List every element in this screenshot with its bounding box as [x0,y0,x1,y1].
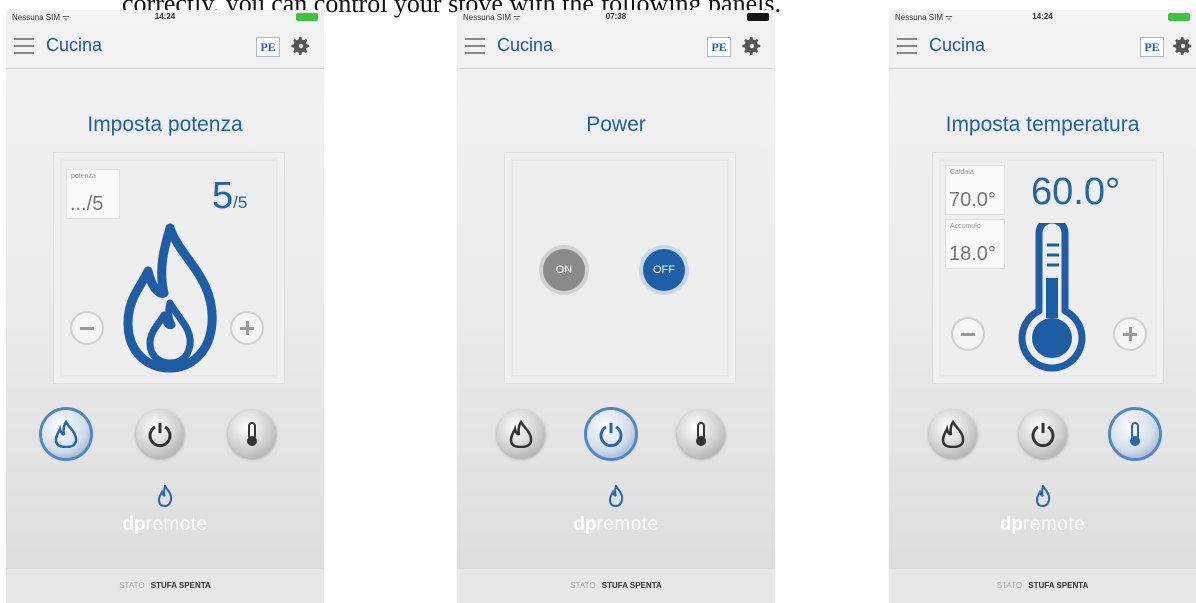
room-title: Cucina [46,35,103,55]
phone-power-setting: Nessuna SIM ᯤ 14:24 Cucina PE Imposta po… [6,10,324,603]
status-value: STUFA SPENTA [1028,581,1089,590]
decrease-button[interactable] [951,317,985,351]
power-mode-button[interactable] [136,410,184,458]
flame-icon [54,420,78,448]
status-value: STUFA SPENTA [601,581,662,590]
gear-icon[interactable] [290,35,312,57]
app-header: Cucina PE [889,24,1196,69]
status-key: STATO [996,581,1023,590]
power-mode-button[interactable] [587,410,635,458]
boiler-value: 70.0° [949,189,996,211]
pe-logo-icon[interactable]: PE [256,37,280,57]
thermometer-icon [696,422,706,446]
flame-mode-button[interactable] [42,410,90,458]
power-mode-button[interactable] [1019,410,1067,458]
panel-title: Imposta temperatura [945,113,1140,136]
clock: 14:24 [1032,12,1053,21]
battery-icon [296,13,318,21]
flame-icon [509,420,533,448]
pe-logo-icon[interactable]: PE [1140,37,1164,57]
gear-icon[interactable] [1172,35,1194,57]
storage-temp-card: Accumulo 18.0° [945,219,1005,269]
brand-flame-icon [608,485,624,507]
panel-title: Power [586,113,646,136]
mini-label: potenza [71,173,96,180]
power-control-box: potenza .../5 5/5 [53,152,285,384]
battery-icon [747,13,769,21]
brand-flame-icon [157,485,173,507]
dpremote-logo: dpremote [122,514,208,535]
power-mini-card: potenza .../5 [66,169,120,219]
app-header: Cucina PE [457,24,775,69]
increase-button[interactable] [1113,317,1147,351]
on-button[interactable]: ON [543,249,585,291]
boiler-label: Caldaia [950,169,974,176]
temperature-mode-button[interactable] [1111,410,1159,458]
target-temperature: 60.0° [1031,171,1121,213]
clock: 14:24 [154,12,176,21]
battery-icon [1168,13,1190,21]
temperature-mode-button[interactable] [677,410,725,458]
status-footer: STATO STUFA SPENTA [457,568,775,603]
dpremote-logo: dpremote [999,514,1086,535]
status-key: STATO [570,581,596,590]
off-button[interactable]: OFF [643,249,685,291]
power-icon [148,423,172,448]
room-title: Cucina [929,35,986,55]
flame-icon [941,420,965,448]
menu-icon[interactable] [465,38,485,54]
power-onoff-box: ON OFF [504,152,736,384]
power-big-value: 5/5 [212,175,248,217]
clock: 07:38 [605,12,627,21]
status-key: STATO [119,581,145,590]
status-footer: STATO STUFA SPENTA [889,568,1196,603]
mini-value: .../5 [70,193,104,215]
status-value: STUFA SPENTA [150,581,211,590]
dpremote-logo: dpremote [573,514,659,535]
menu-icon[interactable] [14,38,34,54]
app-header: Cucina PE [6,24,324,69]
decrease-button[interactable] [70,311,104,345]
thermometer-icon [1018,223,1086,372]
storage-value: 18.0° [949,243,996,265]
flame-mode-button[interactable] [929,410,977,458]
storage-label: Accumulo [950,223,981,230]
gear-icon[interactable] [741,35,763,57]
thermometer-icon [247,422,257,446]
phone-temperature-setting: Nessuna SIM ᯤ 14:24 Cucina PE Imposta te… [889,10,1196,603]
power-icon [1031,423,1055,448]
boiler-temp-card: Caldaia 70.0° [945,165,1005,215]
flame-icon [123,223,217,373]
room-title: Cucina [497,35,554,55]
temperature-mode-button[interactable] [228,410,276,458]
thermometer-icon [1130,422,1140,446]
power-icon [599,423,623,448]
increase-button[interactable] [230,311,264,345]
flame-mode-button[interactable] [497,410,545,458]
pe-logo-icon[interactable]: PE [707,37,731,57]
brand-flame-icon [1035,485,1051,507]
phone-power-onoff: Nessuna SIM ᯤ 07:38 Cucina PE Power ON O… [457,10,775,603]
panel-title: Imposta potenza [87,113,243,136]
temperature-control-box: Caldaia 70.0° Accumulo 18.0° 60.0° [932,152,1164,384]
menu-icon[interactable] [897,38,917,54]
status-footer: STATO STUFA SPENTA [6,568,324,603]
